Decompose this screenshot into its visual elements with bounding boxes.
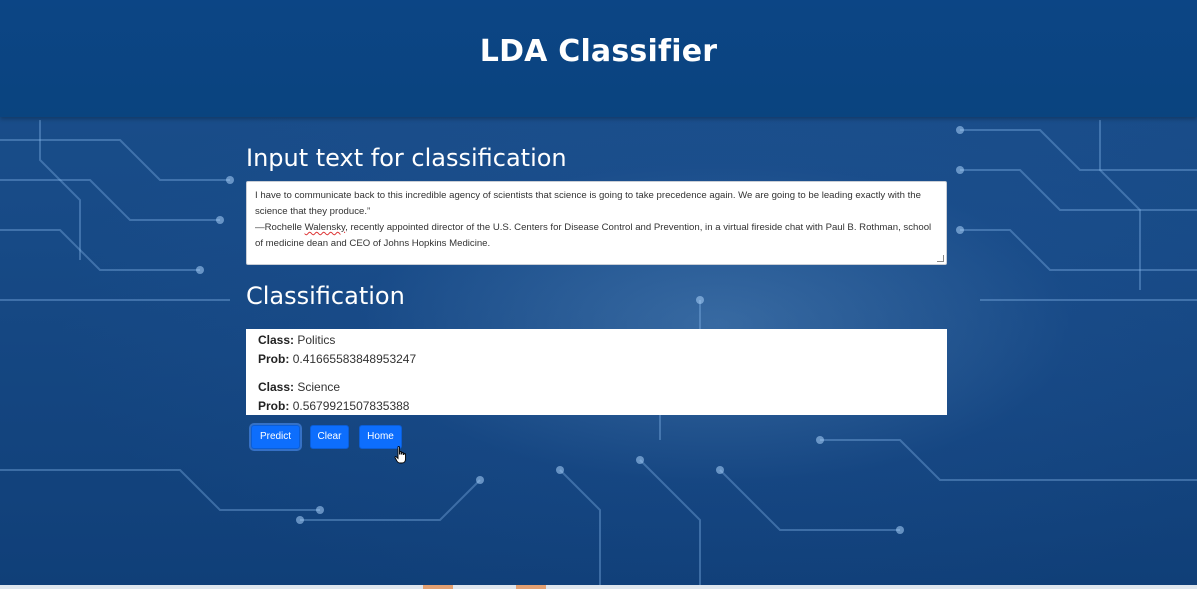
bottom-taskbar-strip	[0, 585, 1197, 589]
input-text-line-2: —Rochelle Walensky, recently appointed d…	[255, 220, 938, 252]
class-label: Class:	[258, 333, 295, 347]
page-header: LDA Classifier	[0, 0, 1197, 117]
result-class-line: Class: Politics	[258, 331, 935, 350]
resize-grip-icon[interactable]	[937, 255, 944, 262]
result-class-line: Class: Science	[258, 378, 935, 397]
result-prob-line: Prob: 0.5679921507835388	[258, 397, 935, 415]
classification-section-title: Classification	[246, 282, 405, 310]
result-item: Class: Science Prob: 0.5679921507835388	[258, 378, 935, 415]
spellcheck-word: Walensky	[304, 222, 346, 233]
hand-pointer-cursor-icon	[394, 446, 406, 464]
prob-value: 0.41665583848953247	[292, 352, 417, 366]
taskbar-indicator	[423, 585, 453, 589]
prob-label: Prob:	[258, 352, 290, 366]
input-text-line-2-prefix: —Rochelle	[255, 222, 305, 233]
class-value: Science	[297, 380, 341, 394]
clear-button[interactable]: Clear	[310, 425, 349, 449]
input-text-line-2-suffix: , recently appointed director of the U.S…	[255, 222, 932, 249]
class-label: Class:	[258, 380, 295, 394]
predict-button[interactable]: Predict	[251, 425, 300, 449]
page-title: LDA Classifier	[479, 34, 718, 69]
result-item: Class: Politics Prob: 0.4166558384895324…	[258, 331, 935, 369]
class-value: Politics	[297, 333, 336, 347]
input-section-title: Input text for classification	[246, 144, 567, 172]
input-text-line-1: I have to communicate back to this incre…	[255, 190, 921, 217]
input-text-area[interactable]: I have to communicate back to this incre…	[246, 181, 947, 265]
taskbar-indicator	[516, 585, 546, 589]
result-prob-line: Prob: 0.41665583848953247	[258, 350, 935, 369]
prob-label: Prob:	[258, 399, 290, 413]
prob-value: 0.5679921507835388	[292, 399, 410, 413]
classification-results: Class: Politics Prob: 0.4166558384895324…	[246, 329, 947, 415]
